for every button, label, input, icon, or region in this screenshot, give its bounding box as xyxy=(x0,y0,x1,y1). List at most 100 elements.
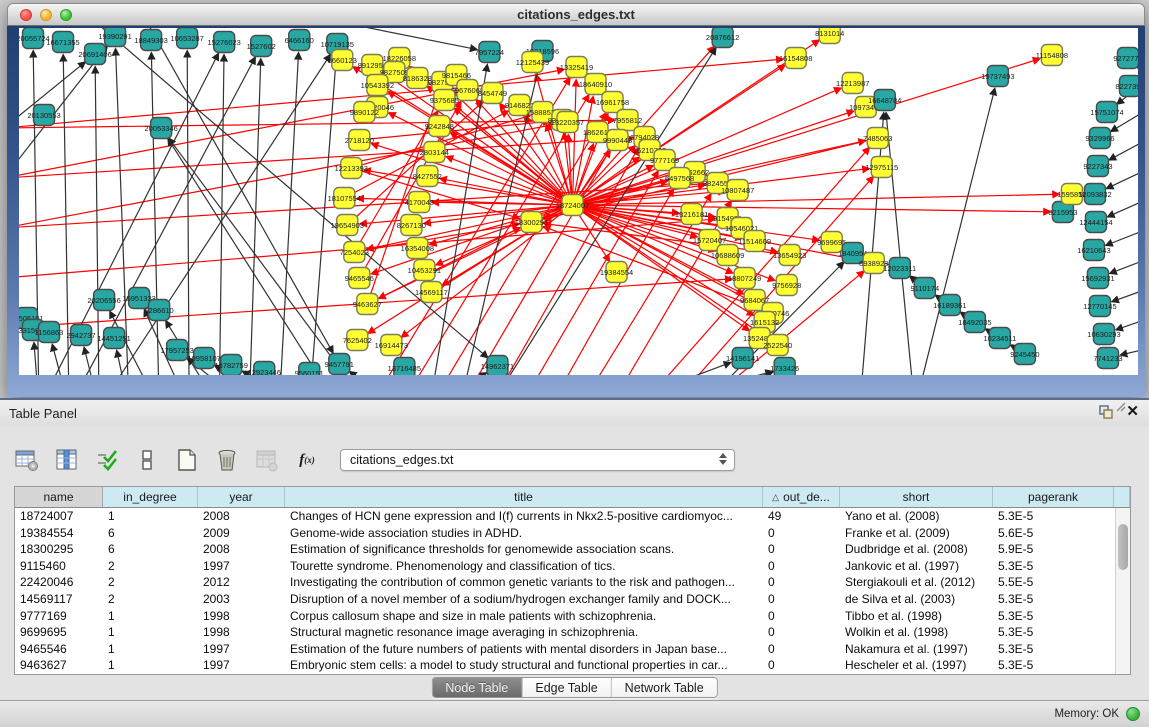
show-column-icon[interactable] xyxy=(54,447,80,473)
graph-node[interactable]: 20876612 xyxy=(706,28,739,48)
graph-node[interactable]: 4170043 xyxy=(405,192,434,213)
graph-node[interactable]: 1733426 xyxy=(770,358,799,376)
table-row[interactable]: 946554611997Estimation of the future num… xyxy=(15,641,1115,658)
graph-node[interactable]: 15692931 xyxy=(1081,268,1114,289)
tab-edge-table[interactable]: Edge Table xyxy=(522,678,611,697)
graph-node[interactable]: 9463627 xyxy=(353,294,382,315)
table-row[interactable]: 1938455462009Genome-wide association stu… xyxy=(15,525,1115,542)
table-row[interactable]: 969969511998Structural magnetic resonanc… xyxy=(15,624,1115,641)
graph-node[interactable]: 20130553 xyxy=(27,105,60,126)
float-panel-icon[interactable] xyxy=(1099,405,1114,419)
graph-edge[interactable] xyxy=(19,138,632,178)
graph-edge[interactable] xyxy=(1108,198,1138,217)
graph-node[interactable]: 18807249 xyxy=(728,268,761,289)
graph-node[interactable]: 10653287 xyxy=(170,28,203,49)
graph-node[interactable]: 6466160 xyxy=(285,30,314,51)
graph-node[interactable]: 8227399 xyxy=(1115,76,1138,97)
graph-node[interactable]: 7625402 xyxy=(343,330,372,351)
graph-node[interactable]: 9756928 xyxy=(772,275,801,296)
graph-node[interactable]: 9375685 xyxy=(430,90,459,111)
graph-edge[interactable] xyxy=(886,113,915,375)
graph-node[interactable]: 12923446 xyxy=(248,362,281,376)
graph-edge[interactable] xyxy=(429,373,486,375)
graph-node[interactable]: 7957224 xyxy=(475,42,504,63)
graph-node[interactable]: 19654903 xyxy=(331,215,364,236)
graph-node[interactable]: 12975115 xyxy=(865,157,898,178)
graph-node[interactable]: 10453291 xyxy=(408,260,441,281)
graph-node[interactable]: 16210643 xyxy=(1077,240,1110,261)
graph-node[interactable]: 1527602 xyxy=(247,36,276,57)
graph-node[interactable]: 15276023 xyxy=(207,32,240,53)
table-row[interactable]: 977716911998Corpus callosum shape and si… xyxy=(15,608,1115,625)
column-header-name[interactable]: name xyxy=(15,487,103,507)
graph-node[interactable]: 20053346 xyxy=(144,118,177,139)
select-all-icon[interactable] xyxy=(94,447,120,473)
graph-edge[interactable] xyxy=(670,372,773,375)
table-row[interactable]: 1456911722003Disruption of a novel membe… xyxy=(15,591,1115,608)
column-header-year[interactable]: year xyxy=(198,487,285,507)
graph-node[interactable]: 8660123 xyxy=(328,50,357,71)
graph-node[interactable]: 9329966 xyxy=(1085,128,1114,149)
graph-node[interactable]: 9242848 xyxy=(425,116,454,137)
graph-edge[interactable] xyxy=(1110,258,1138,273)
graph-edge[interactable] xyxy=(219,55,224,375)
table-row[interactable]: 911546021997Tourette syndrome. Phenomeno… xyxy=(15,558,1115,575)
graph-node[interactable]: 9890122 xyxy=(350,102,379,123)
graph-edge[interactable] xyxy=(451,133,573,205)
graph-edge[interactable] xyxy=(1112,288,1138,302)
graph-node[interactable]: 9272774 xyxy=(1113,48,1138,69)
graph-node[interactable]: 20206556 xyxy=(87,290,120,311)
graph-node[interactable]: 12093832 xyxy=(1078,184,1111,205)
graph-node[interactable]: 8427552 xyxy=(413,166,442,187)
table-row[interactable]: 2242004622012Investigating the contribut… xyxy=(15,574,1115,591)
graph-node[interactable]: 9465546 xyxy=(345,268,374,289)
graph-node[interactable]: 7485063 xyxy=(863,128,892,149)
graph-edge[interactable] xyxy=(1106,228,1138,245)
graph-node[interactable]: 8454749 xyxy=(478,83,507,104)
graph-edge[interactable] xyxy=(1107,168,1138,188)
graph-edge[interactable] xyxy=(860,113,884,375)
rows-icon[interactable] xyxy=(134,447,160,473)
graph-node[interactable]: 16671355 xyxy=(46,32,79,53)
graph-edge[interactable] xyxy=(354,224,518,252)
column-header-out_de[interactable]: △out_de... xyxy=(763,487,840,507)
graph-node[interactable]: 15751074 xyxy=(1090,102,1123,123)
graph-edge[interactable] xyxy=(1116,318,1138,330)
graph-node[interactable]: 13716485 xyxy=(388,358,421,376)
column-header-in_degree[interactable]: in_degree xyxy=(103,487,198,507)
column-header-short[interactable]: short xyxy=(840,487,993,507)
graph-node[interactable]: 9990448 xyxy=(603,130,632,151)
tab-node-table[interactable]: Node Table xyxy=(432,678,522,697)
scrollbar-thumb[interactable] xyxy=(1118,524,1128,570)
graph-edge[interactable] xyxy=(63,55,69,375)
graph-edge[interactable] xyxy=(1121,348,1138,355)
graph-node[interactable]: 11154808 xyxy=(1036,45,1068,66)
graph-node[interactable]: 2718120 xyxy=(345,130,374,151)
table-row[interactable]: 946362711997Embryonic stem cells: a mode… xyxy=(15,657,1115,674)
graph-node[interactable]: 13654923 xyxy=(773,245,806,266)
graph-node[interactable]: 2803144 xyxy=(420,142,449,163)
graph-node[interactable]: 6497568 xyxy=(665,168,694,189)
graph-node[interactable]: 2522540 xyxy=(763,335,792,356)
graph-node[interactable]: 20055724 xyxy=(19,28,50,49)
graph-node[interactable]: 8267130 xyxy=(397,215,426,236)
graph-node[interactable]: 8131014 xyxy=(815,28,844,44)
graph-edge[interactable] xyxy=(95,67,99,375)
column-header-title[interactable]: title xyxy=(285,487,763,507)
graph-node[interactable]: 12444154 xyxy=(1079,212,1112,233)
new-table-icon[interactable] xyxy=(174,447,200,473)
graph-node[interactable]: 7254023 xyxy=(340,242,369,263)
close-panel-icon[interactable]: ✕ xyxy=(1126,404,1139,420)
graph-node[interactable]: 2942737 xyxy=(66,325,95,346)
graph-node[interactable]: 10630293 xyxy=(1087,324,1120,345)
graph-edge[interactable] xyxy=(279,53,298,375)
graph-edge[interactable] xyxy=(84,348,99,375)
graph-node[interactable]: 9245450 xyxy=(1010,344,1039,365)
graph-node[interactable]: 9457791 xyxy=(325,354,354,375)
table-row[interactable]: 1830029562008Estimation of significance … xyxy=(15,541,1115,558)
table-selector-dropdown[interactable]: citations_edges.txt xyxy=(340,449,735,471)
column-header-pagerank[interactable]: pagerank xyxy=(993,487,1114,507)
network-canvas[interactable]: 2005572416671355206914061939029118849303… xyxy=(19,28,1138,375)
graph-node[interactable]: 6286610 xyxy=(145,300,174,321)
graph-edge[interactable] xyxy=(187,51,189,375)
